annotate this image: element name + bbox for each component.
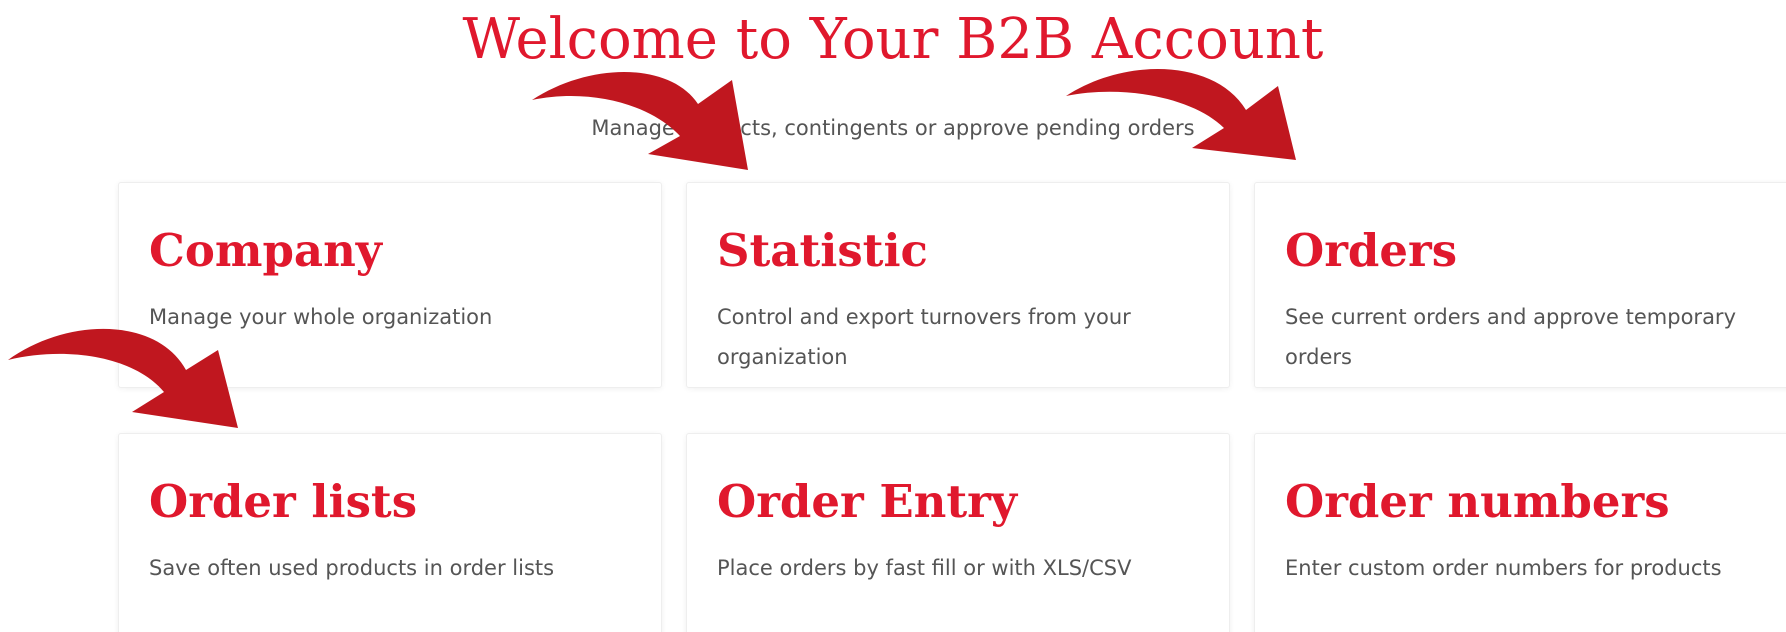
card-description: See current orders and approve temporary…: [1285, 305, 1736, 369]
curved-arrow-icon: [532, 71, 748, 170]
page-title: Welcome to Your B2B Account: [462, 7, 1324, 72]
card-description: Place orders by fast fill or with XLS/CS…: [717, 556, 1132, 580]
page-subtitle: Manage contacts, contingents or approve …: [591, 116, 1195, 140]
card-description: Enter custom order numbers for products: [1285, 556, 1722, 580]
card-title: Statistic: [717, 224, 928, 277]
card-title: Order lists: [149, 475, 418, 528]
curved-arrow-icon: [1066, 69, 1296, 160]
card-title: Order Entry: [717, 475, 1018, 528]
statistic-card[interactable]: Statistic Control and export turnovers f…: [686, 182, 1230, 388]
order-numbers-card[interactable]: Order numbers Enter custom order numbers…: [1254, 433, 1786, 632]
card-title: Orders: [1285, 224, 1458, 277]
card-title: Order numbers: [1285, 475, 1670, 528]
order-lists-card[interactable]: Order lists Save often used products in …: [118, 433, 662, 632]
card-title: Company: [149, 224, 382, 277]
curved-arrow-icon: [8, 328, 238, 428]
card-description: Control and export turnovers from your o…: [717, 305, 1131, 369]
card-description: Save often used products in order lists: [149, 556, 555, 580]
order-entry-card[interactable]: Order Entry Place orders by fast fill or…: [686, 433, 1230, 632]
orders-card[interactable]: Orders See current orders and approve te…: [1254, 182, 1786, 388]
